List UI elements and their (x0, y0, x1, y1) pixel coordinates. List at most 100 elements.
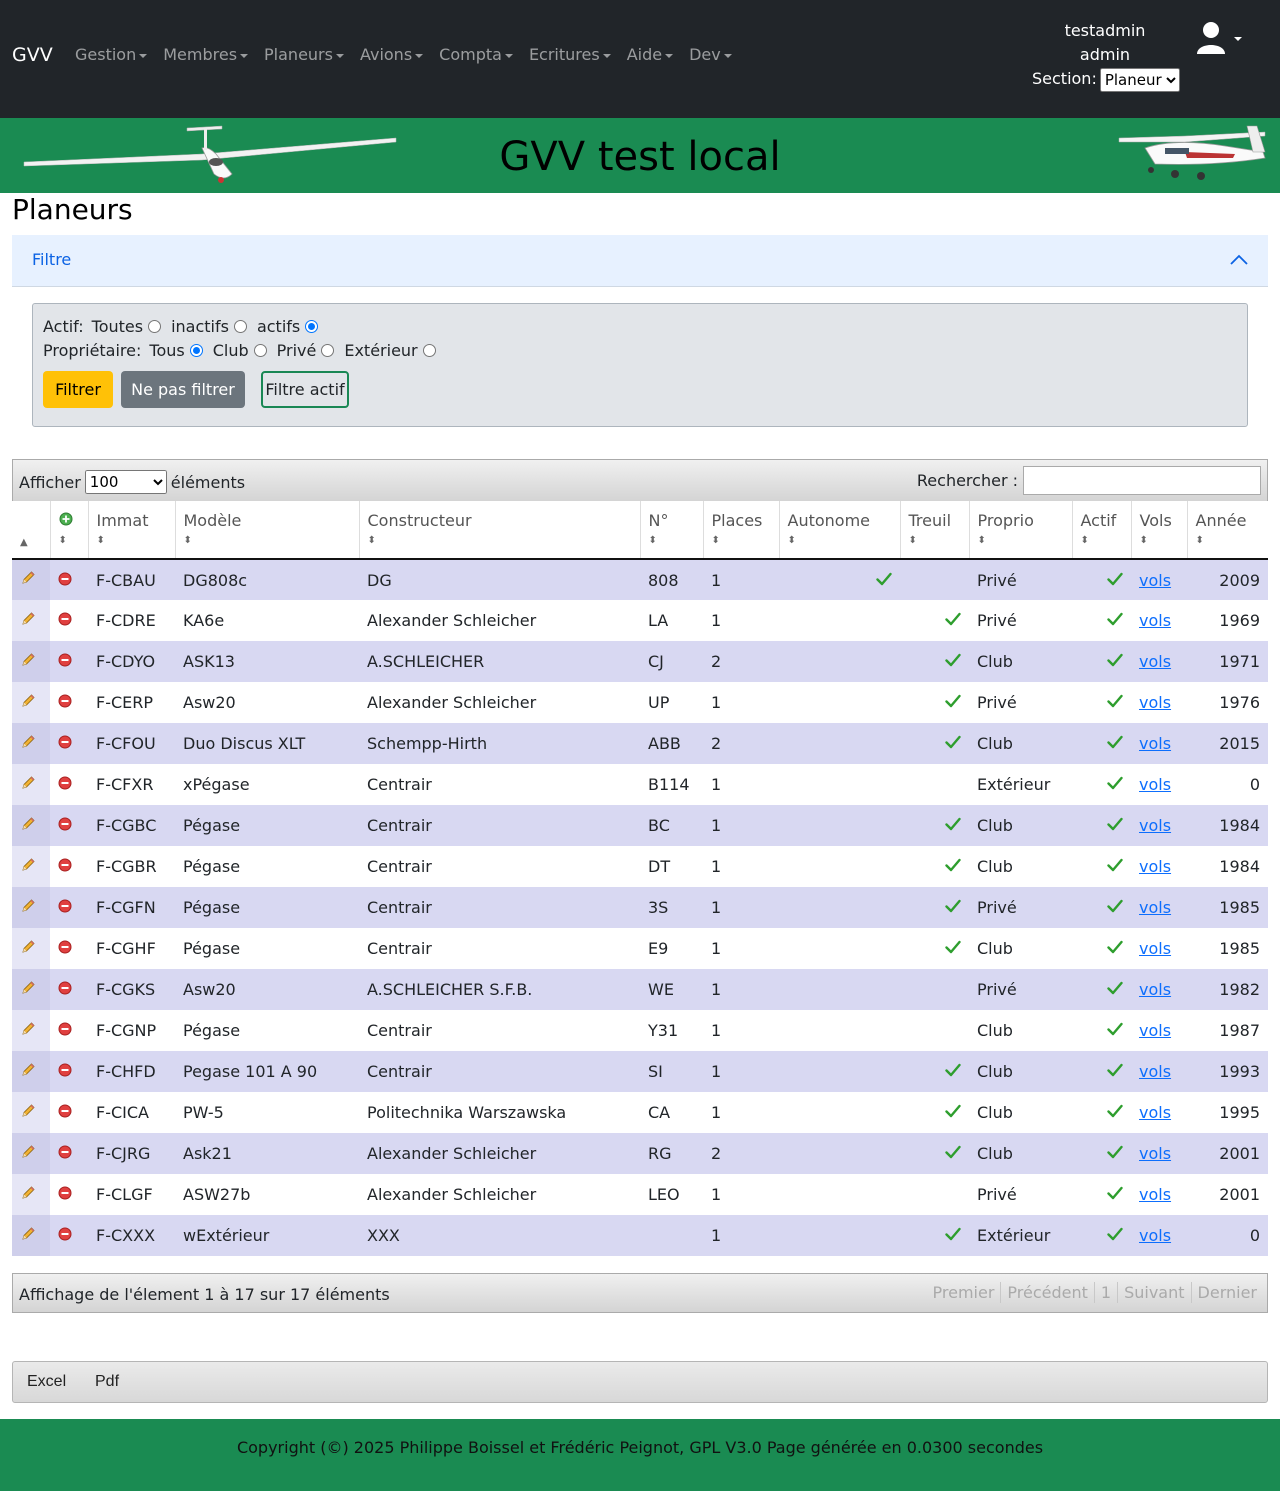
vols-link[interactable]: vols (1139, 1226, 1171, 1245)
vols-link[interactable]: vols (1139, 939, 1171, 958)
delete-icon[interactable] (58, 1227, 72, 1241)
delete-icon[interactable] (58, 1104, 72, 1118)
delete-icon[interactable] (58, 612, 72, 626)
vols-link[interactable]: vols (1139, 611, 1171, 630)
vols-link[interactable]: vols (1139, 775, 1171, 794)
page-length-select[interactable]: 100 (84, 470, 167, 494)
brand-logo[interactable]: GVV (12, 44, 53, 66)
edit-icon[interactable] (20, 1062, 36, 1078)
menu-ecritures[interactable]: Ecritures (529, 45, 611, 64)
edit-cell[interactable] (12, 1174, 50, 1215)
delete-cell[interactable] (50, 887, 88, 928)
radio-actif-inactifs[interactable] (233, 320, 247, 333)
edit-icon[interactable] (20, 1103, 36, 1119)
vols-link[interactable]: vols (1139, 734, 1171, 753)
col-actions[interactable]: ▲ (12, 501, 50, 560)
user-menu-button[interactable] (1196, 20, 1246, 56)
vols-link[interactable]: vols (1139, 1062, 1171, 1081)
delete-icon[interactable] (58, 981, 72, 995)
edit-icon[interactable] (20, 1185, 36, 1201)
vols-link[interactable]: vols (1139, 898, 1171, 917)
delete-icon[interactable] (58, 1063, 72, 1077)
page-number-button[interactable]: 1 (1093, 1282, 1117, 1303)
edit-icon[interactable] (20, 898, 36, 914)
delete-icon[interactable] (58, 817, 72, 831)
radio-proprio-club[interactable] (253, 344, 267, 357)
col-constructeur[interactable]: Constructeur ⬍ (358, 501, 640, 560)
delete-cell[interactable] (50, 723, 88, 764)
edit-cell[interactable] (12, 723, 50, 764)
export-excel-button[interactable]: Excel (27, 1373, 66, 1391)
menu-membres[interactable]: Membres (163, 45, 249, 64)
delete-icon[interactable] (58, 1022, 72, 1036)
edit-cell[interactable] (12, 969, 50, 1010)
edit-icon[interactable] (20, 1021, 36, 1037)
edit-cell[interactable] (12, 1133, 50, 1174)
edit-icon[interactable] (20, 734, 36, 750)
delete-cell[interactable] (50, 1133, 88, 1174)
edit-icon[interactable] (20, 1226, 36, 1242)
vols-link[interactable]: vols (1139, 1144, 1171, 1163)
edit-cell[interactable] (12, 805, 50, 846)
no-filter-button[interactable]: Ne pas filtrer (121, 371, 245, 408)
edit-icon[interactable] (20, 611, 36, 627)
delete-cell[interactable] (50, 764, 88, 805)
edit-icon[interactable] (20, 1144, 36, 1160)
edit-cell[interactable] (12, 1051, 50, 1092)
delete-cell[interactable] (50, 969, 88, 1010)
page-first-button[interactable]: Premier (927, 1282, 1001, 1303)
delete-icon[interactable] (58, 940, 72, 954)
radio-actif-toutes[interactable] (148, 320, 162, 333)
menu-dev[interactable]: Dev (689, 45, 732, 64)
add-icon[interactable] (59, 512, 73, 526)
delete-icon[interactable] (58, 776, 72, 790)
menu-avions[interactable]: Avions (360, 45, 424, 64)
delete-icon[interactable] (58, 735, 72, 749)
filter-accordion-toggle[interactable]: Filtre (12, 235, 1268, 287)
vols-link[interactable]: vols (1139, 693, 1171, 712)
vols-link[interactable]: vols (1139, 980, 1171, 999)
menu-compta[interactable]: Compta (439, 45, 513, 64)
edit-cell[interactable] (12, 887, 50, 928)
filter-button[interactable]: Filtrer (43, 371, 113, 408)
delete-icon[interactable] (58, 899, 72, 913)
page-previous-button[interactable]: Précédent (1000, 1282, 1094, 1303)
delete-cell[interactable] (50, 641, 88, 682)
col-autonome[interactable]: Autonome ⬍ (778, 501, 900, 560)
delete-cell[interactable] (50, 1051, 88, 1092)
delete-cell[interactable] (50, 682, 88, 723)
col-numero[interactable]: N° ⬍ (639, 501, 703, 560)
vols-link[interactable]: vols (1139, 652, 1171, 671)
col-actif[interactable]: Actif ⬍ (1071, 501, 1131, 560)
vols-link[interactable]: vols (1139, 1185, 1171, 1204)
delete-cell[interactable] (50, 1215, 88, 1256)
col-places[interactable]: Places ⬍ (702, 501, 779, 560)
col-annee[interactable]: Année ⬍ (1186, 501, 1268, 560)
edit-cell[interactable] (12, 682, 50, 723)
delete-cell[interactable] (50, 559, 88, 600)
col-vols[interactable]: Vols ⬍ (1130, 501, 1187, 560)
delete-cell[interactable] (50, 846, 88, 887)
page-last-button[interactable]: Dernier (1190, 1282, 1263, 1303)
edit-icon[interactable] (20, 570, 36, 586)
page-next-button[interactable]: Suivant (1117, 1282, 1190, 1303)
delete-cell[interactable] (50, 1092, 88, 1133)
radio-proprio-prive[interactable] (321, 344, 335, 357)
col-immat[interactable]: Immat ⬍ (87, 501, 175, 560)
vols-link[interactable]: vols (1139, 816, 1171, 835)
vols-link[interactable]: vols (1139, 857, 1171, 876)
col-treuil[interactable]: Treuil ⬍ (899, 501, 969, 560)
col-modele[interactable]: Modèle ⬍ (174, 501, 359, 560)
delete-icon[interactable] (58, 694, 72, 708)
col-proprio[interactable]: Proprio ⬍ (968, 501, 1072, 560)
delete-cell[interactable] (50, 1010, 88, 1051)
delete-cell[interactable] (50, 928, 88, 969)
edit-cell[interactable] (12, 641, 50, 682)
delete-icon[interactable] (58, 572, 72, 586)
edit-cell[interactable] (12, 600, 50, 641)
edit-cell[interactable] (12, 1010, 50, 1051)
edit-cell[interactable] (12, 928, 50, 969)
vols-link[interactable]: vols (1139, 1103, 1171, 1122)
edit-icon[interactable] (20, 693, 36, 709)
menu-planeurs[interactable]: Planeurs (264, 45, 344, 64)
